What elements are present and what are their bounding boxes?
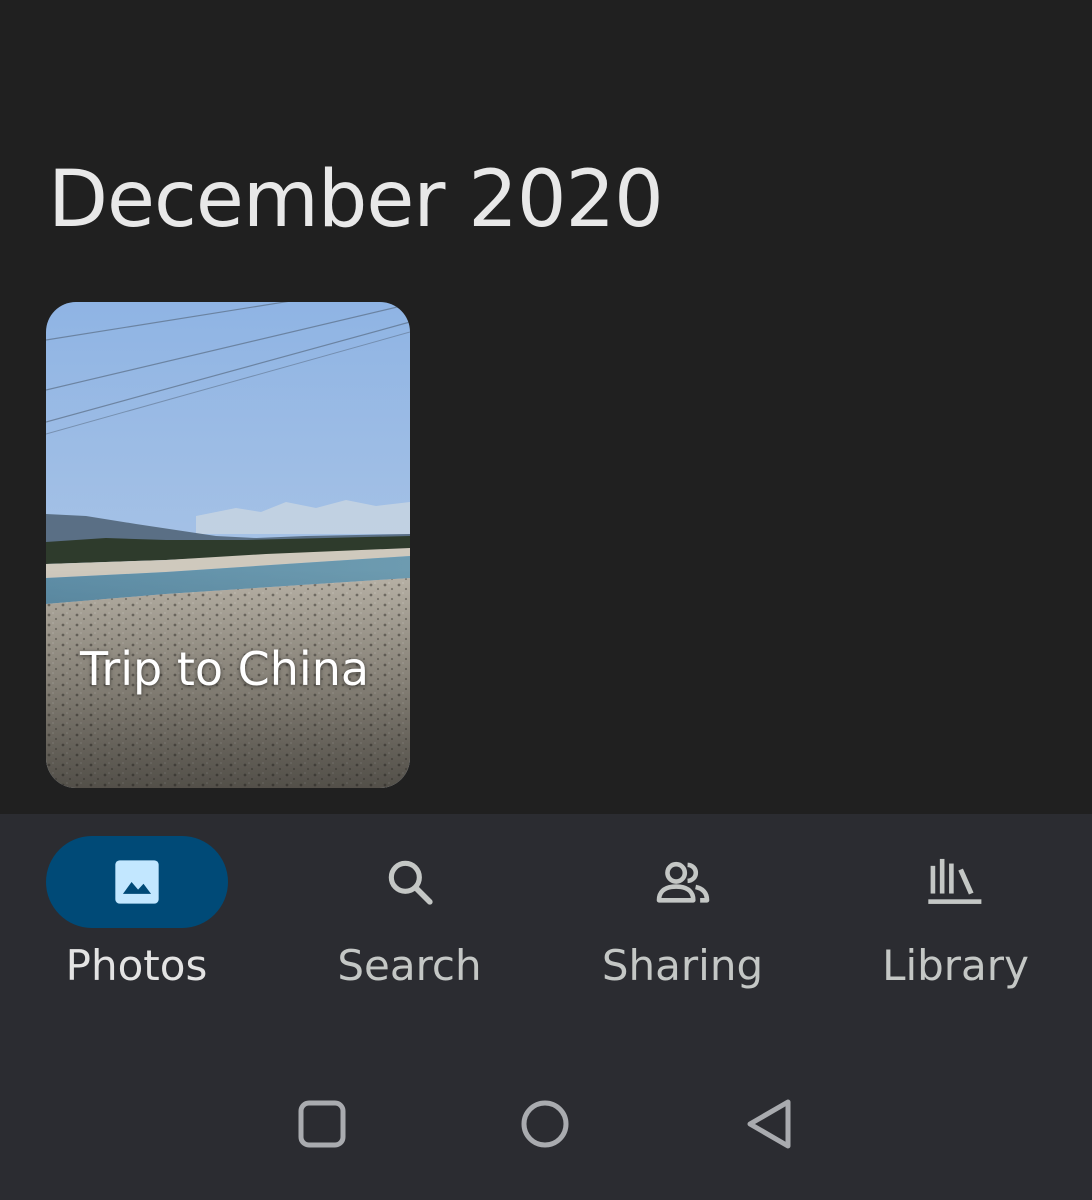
nav-library-indicator	[865, 836, 1047, 928]
back-icon	[747, 1099, 791, 1149]
recents-icon	[298, 1100, 346, 1148]
nav-library-label: Library	[882, 941, 1029, 990]
bottom-navigation: Photos Search Sharing Library	[0, 814, 1092, 1040]
album-title: Trip to China	[80, 642, 370, 696]
recents-button[interactable]	[292, 1094, 352, 1154]
nav-photos-indicator	[45, 836, 228, 928]
home-icon	[521, 1100, 569, 1148]
timeline-content: December 2020 Trip to China	[0, 0, 1092, 814]
photos-app-screen: December 2020 Trip to China Photos Searc…	[0, 0, 1092, 1200]
nav-sharing-label: Sharing	[601, 941, 764, 990]
back-button[interactable]	[738, 1094, 798, 1154]
album-cover-photo	[46, 302, 410, 788]
month-heading: December 2020	[48, 155, 664, 245]
nav-sharing[interactable]: Sharing	[546, 836, 819, 1016]
nav-photos[interactable]: Photos	[0, 836, 273, 1016]
nav-photos-label: Photos	[65, 941, 208, 990]
library-icon	[927, 858, 981, 904]
album-card[interactable]: Trip to China	[46, 302, 410, 788]
people-icon	[656, 861, 709, 903]
nav-library[interactable]: Library	[819, 836, 1092, 1016]
home-button[interactable]	[515, 1094, 575, 1154]
nav-search-label: Search	[337, 941, 482, 990]
nav-sharing-indicator	[592, 836, 774, 928]
system-navigation-bar	[0, 1040, 1092, 1200]
nav-search-indicator	[319, 836, 501, 928]
photo-icon	[114, 860, 159, 904]
search-icon	[388, 860, 433, 905]
nav-search[interactable]: Search	[273, 836, 546, 1016]
